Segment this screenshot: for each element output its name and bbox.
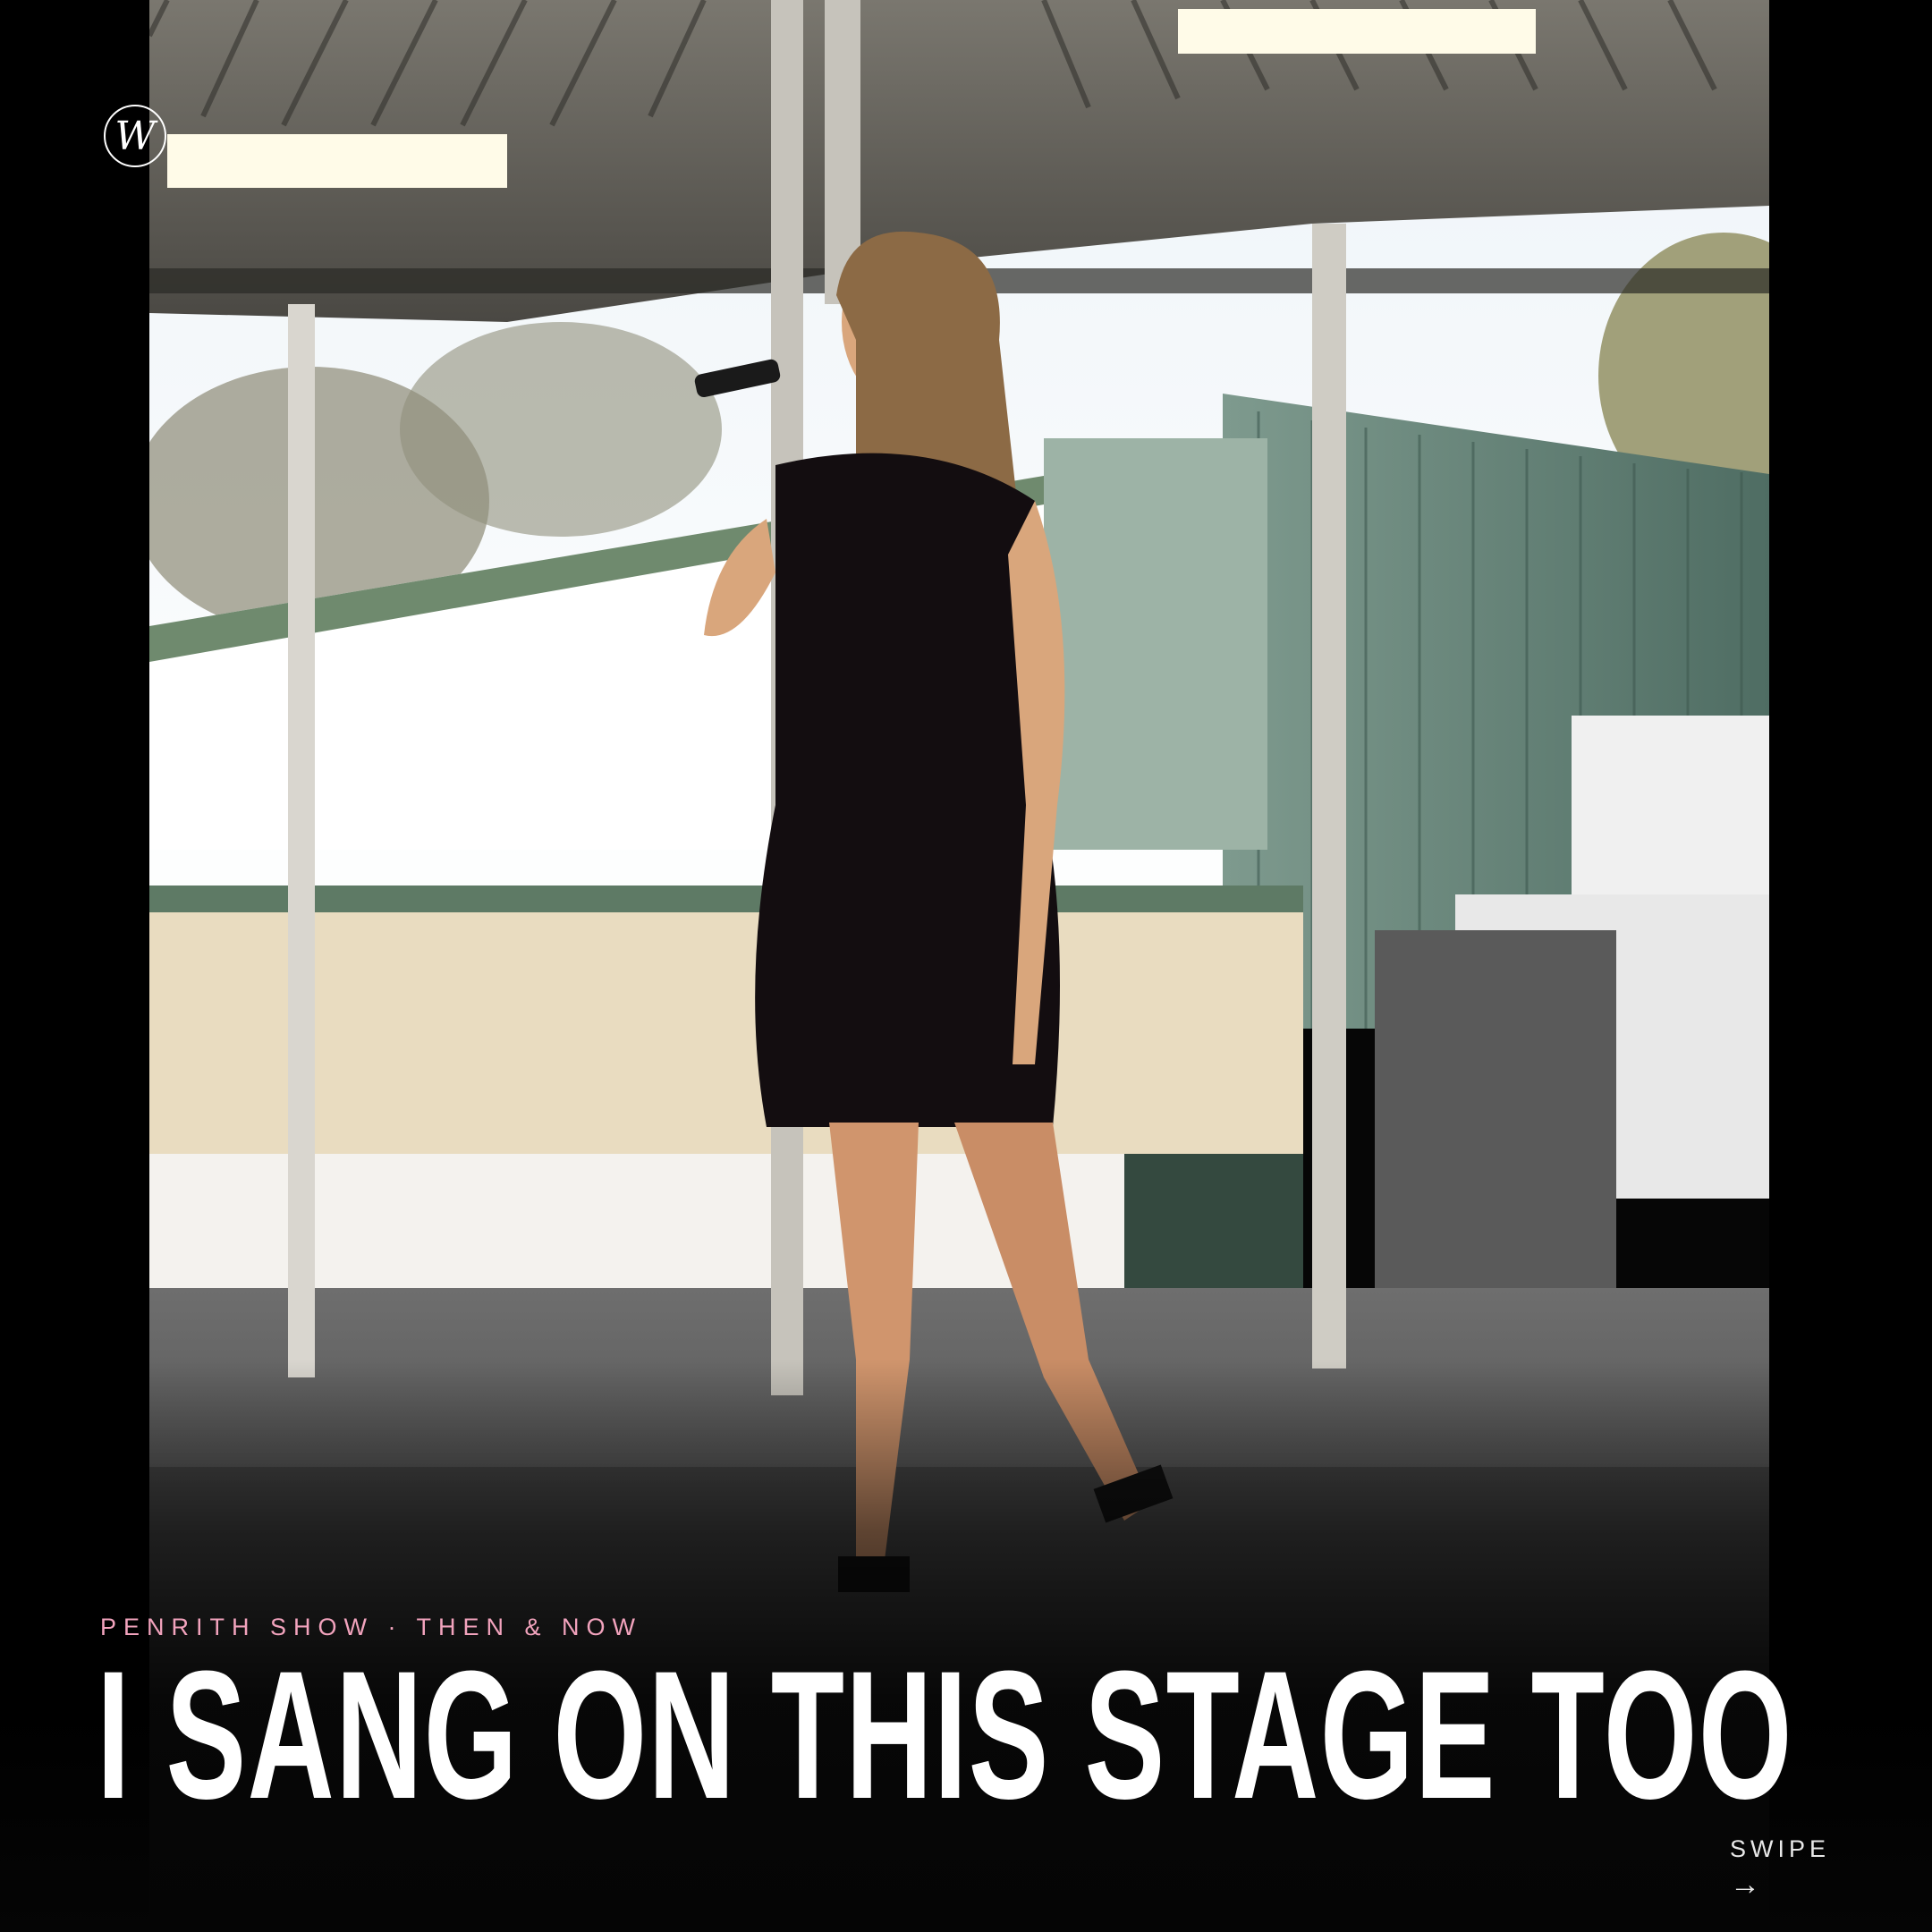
brand-logo-icon: W (104, 105, 166, 167)
logo-letter: W (114, 114, 156, 159)
headline: I SANG ON THIS STAGE TOO (97, 1633, 1793, 1837)
post-canvas: W PENRITH SHOW · THEN & NOW I SANG ON TH… (0, 0, 1932, 1932)
swipe-hint-label[interactable]: SWIPE (1730, 1835, 1830, 1863)
arrow-right-icon[interactable]: → (1730, 1868, 1760, 1902)
